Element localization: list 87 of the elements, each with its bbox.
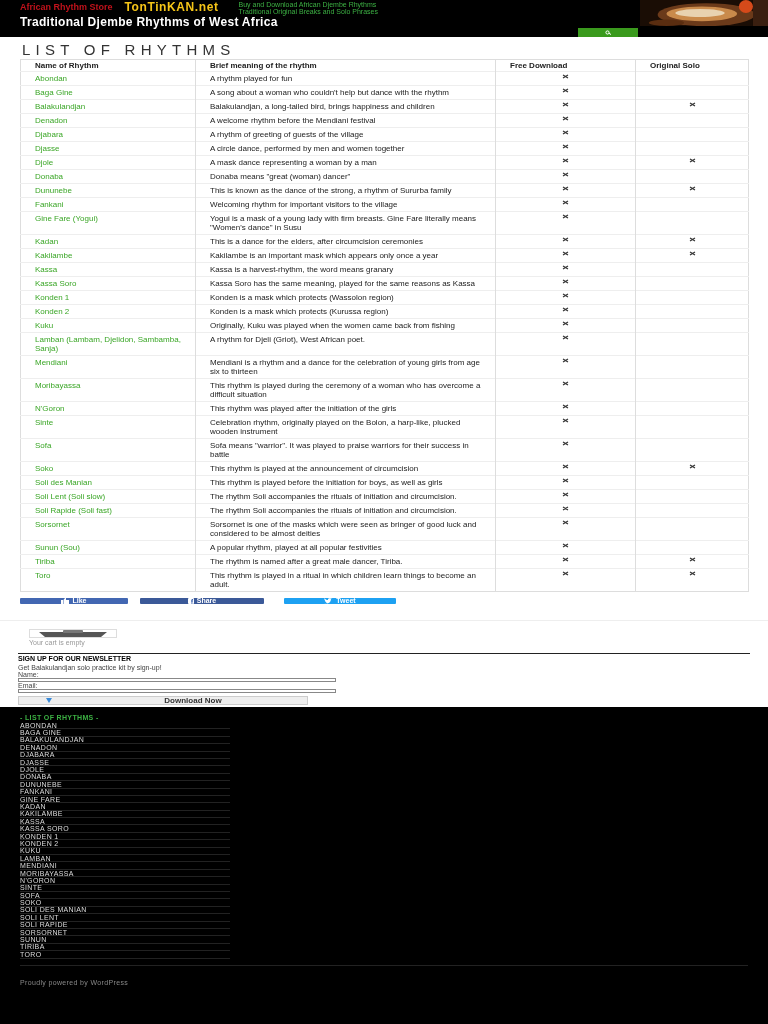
cross-icon	[688, 158, 696, 163]
column-header: Brief meaning of the rhythm	[195, 59, 496, 72]
meaning-cell: This is known as the dance of the strong, a rhythm of Sururba family	[195, 183, 496, 198]
store-name-link[interactable]: African Rhythm Store	[20, 3, 113, 12]
site-logo[interactable]: TonTinKAN.net	[124, 2, 219, 13]
cross-icon	[562, 478, 569, 483]
cross-icon	[562, 307, 569, 312]
cross-icon	[562, 381, 569, 386]
meaning-cell: The rhythm is named after a great male dancer, Tiriba.	[195, 554, 496, 569]
meaning-cell: This rhythm was played after the initiation of the girls	[195, 401, 496, 416]
cross-icon	[562, 144, 569, 149]
meaning-cell: This rhythm is played during the ceremony of a woman who has overcome a difficult situation	[195, 378, 496, 402]
cross-icon	[562, 200, 569, 205]
meaning-cell: Welcoming rhythm for important visitors to the village	[195, 197, 496, 212]
cross-icon	[688, 571, 696, 576]
cross-icon	[562, 335, 569, 340]
cross-icon	[562, 404, 569, 409]
download-icon	[44, 698, 54, 703]
cross-icon	[562, 130, 569, 135]
cross-icon	[562, 88, 569, 93]
cross-icon	[562, 74, 569, 79]
meaning-cell: The rhythm Soli accompanies the rituals of initiation and circumcision.	[195, 489, 496, 504]
meaning-cell: Balakulandjan, a long-tailed bird, brings happiness and children	[195, 99, 496, 114]
cross-icon	[562, 279, 569, 284]
cross-icon	[562, 464, 569, 469]
meaning-cell: A mask dance representing a woman by a man	[195, 155, 496, 170]
cross-icon	[562, 557, 569, 562]
meaning-cell: A rhythm of greeting of guests of the village	[195, 127, 496, 142]
cross-icon	[562, 492, 569, 497]
meaning-cell: Sofa means "warrior". It was played to praise warriors for their success in battle	[195, 438, 496, 462]
cross-icon	[688, 557, 696, 562]
meaning-cell: Kassa Soro has the same meaning, played for the same reasons as Kassa	[195, 276, 496, 291]
meaning-cell: A welcome rhythm before the Mendiani festival	[195, 113, 496, 128]
cross-icon	[562, 186, 569, 191]
column-header: Free Download	[495, 59, 636, 72]
cross-icon	[562, 265, 569, 270]
cross-icon	[562, 321, 569, 326]
cross-icon	[562, 214, 569, 219]
meaning-cell: This rhythm is played before the initiation for boys, as well as girls	[195, 475, 496, 490]
meaning-cell: This rhythm is played in a ritual in which children learn things to become an adult.	[195, 568, 496, 592]
cross-icon	[562, 116, 569, 121]
column-header: Original Solo	[635, 59, 749, 72]
facebook-icon	[187, 598, 194, 604]
meaning-cell: Kakilambe is an important mask which appears only once a year	[195, 248, 496, 263]
page-title: LIST OF RHYTHMS	[21, 42, 237, 59]
cross-icon	[562, 571, 569, 576]
site-title: Traditional Djembe Rhythms of West Africa	[20, 15, 278, 28]
meaning-cell: Konden is a mask which protects (Wassolon region)	[195, 290, 496, 305]
meaning-cell: Originally, Kuku was played when the women came back from fishing	[195, 318, 496, 333]
meaning-cell: This rhythm is played at the announcement of circumcision	[195, 461, 496, 476]
cross-icon	[688, 186, 696, 191]
cross-icon	[688, 464, 696, 469]
meaning-cell: Celebration rhythm, originally played on the Bolon, a harp-like, plucked wooden instrument	[195, 415, 496, 439]
meaning-cell: A popular rhythm, played at all popular festivities	[195, 540, 496, 555]
bird-icon	[324, 598, 334, 604]
cross-icon	[562, 418, 569, 423]
text-field[interactable]	[18, 678, 336, 682]
meaning-cell: Konden is a mask which protects (Kurussa region)	[195, 304, 496, 319]
cross-icon	[562, 293, 569, 298]
meaning-cell: Kassa is a harvest-rhythm, the word means granary	[195, 262, 496, 277]
cross-icon	[562, 172, 569, 177]
cross-icon	[562, 237, 569, 242]
text-field[interactable]	[18, 689, 336, 693]
cross-icon	[562, 251, 569, 256]
column-header: Name of Rhythm	[20, 59, 196, 72]
cross-icon	[562, 102, 569, 107]
meaning-cell: Mendiani is a rhythm and a dance for the celebration of young girls from age six to thirteen	[195, 355, 496, 379]
cross-icon	[562, 158, 569, 163]
cross-icon	[562, 543, 569, 548]
meaning-cell: A rhythm for Djeli (Griot), West African poet.	[195, 332, 496, 356]
cross-icon	[562, 520, 569, 525]
meaning-cell: A song about a woman who couldn't help but dance with the rhythm	[195, 85, 496, 100]
meaning-cell: This is a dance for the elders, after circumcision ceremonies	[195, 234, 496, 249]
meaning-cell: Donaba means "great (woman) dancer"	[195, 169, 496, 184]
cross-icon	[688, 251, 696, 256]
cross-icon	[688, 237, 696, 242]
meaning-cell: Yogui is a mask of a young lady with firm breasts. Gine Fare literally means "Women's dance" in Susu	[195, 211, 496, 235]
meaning-cell: A circle dance, performed by men and women together	[195, 141, 496, 156]
meaning-cell: A rhythm played for fun	[195, 71, 496, 86]
cross-icon	[562, 441, 569, 446]
cross-icon	[688, 102, 696, 107]
cross-icon	[562, 506, 569, 511]
meaning-cell: Sorsornet is one of the masks which were seen as bringer of good luck and considered to be almost deities	[195, 517, 496, 541]
search-icon	[604, 30, 612, 35]
cross-icon	[562, 358, 569, 363]
download-button[interactable]: Download Now	[18, 696, 308, 705]
meaning-cell: The rhythm Soli accompanies the rituals of initiation and circumcision.	[195, 503, 496, 518]
